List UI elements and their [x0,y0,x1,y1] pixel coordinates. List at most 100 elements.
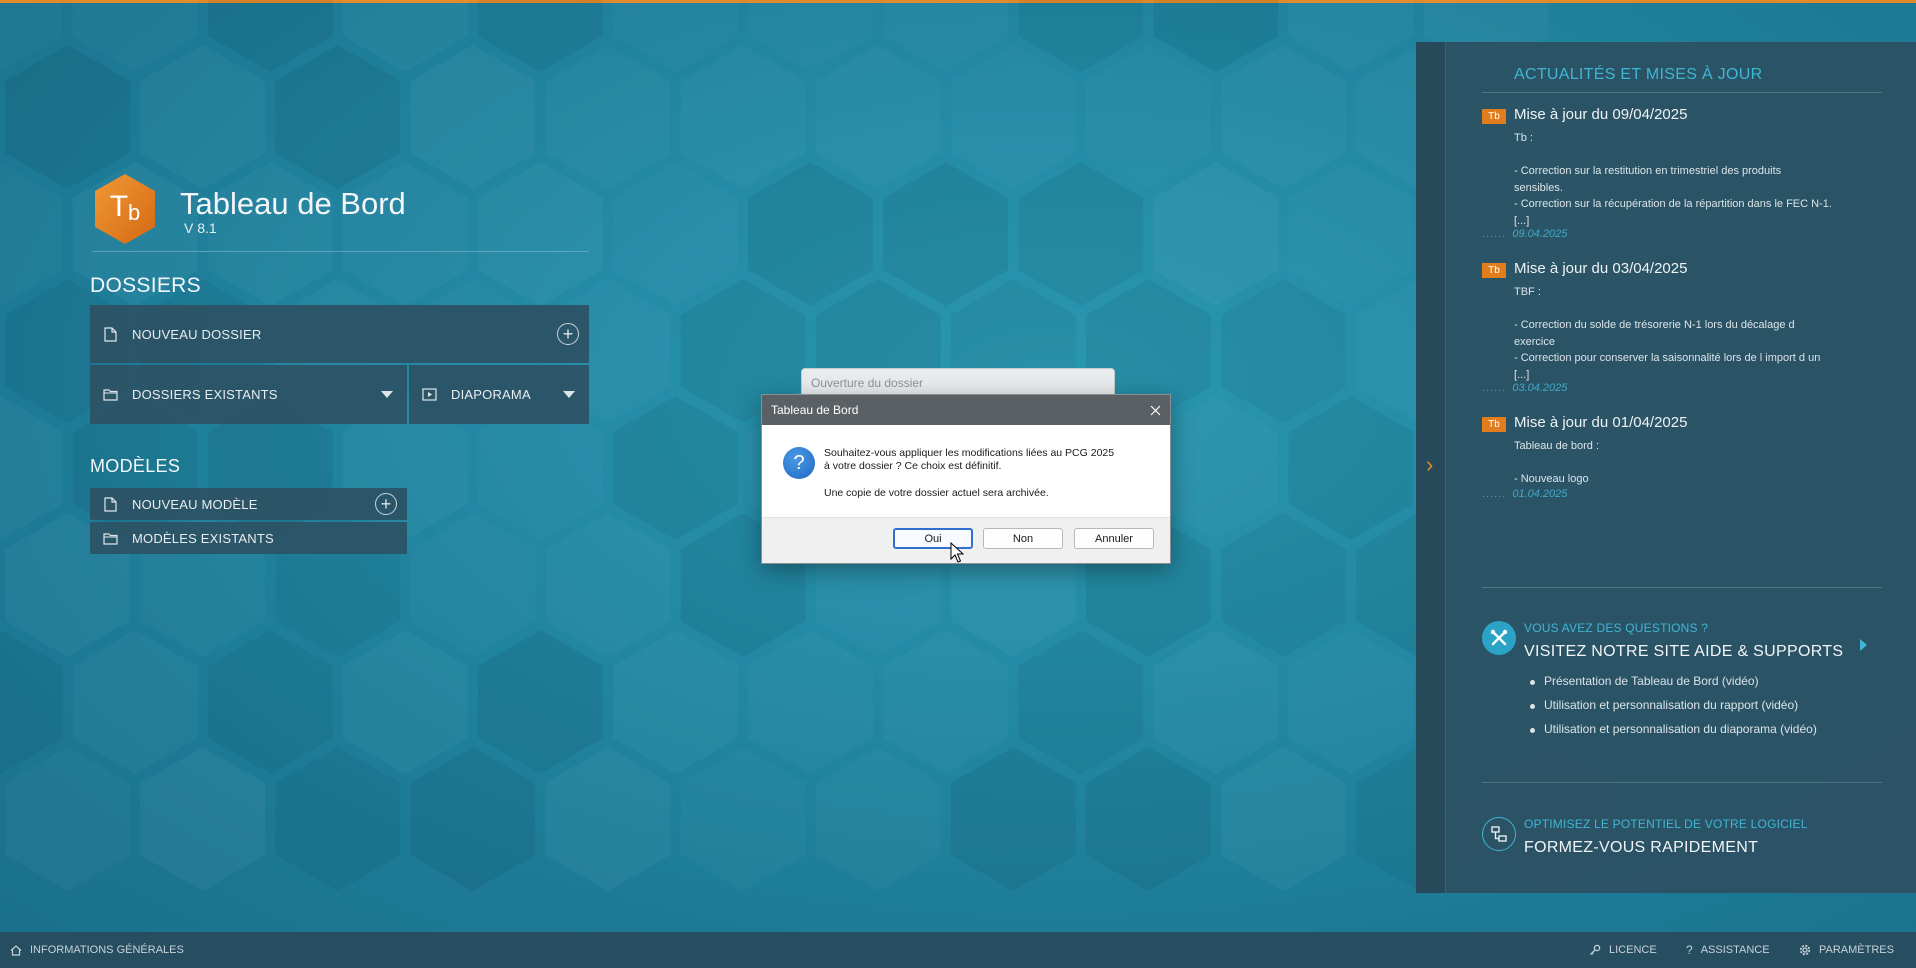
background-hexagon [1221,747,1346,891]
news-item-body: TBF : - Correction du solde de trésoreri… [1514,286,1821,381]
news-item-body: Tableau de bord : - Nouveau logo [1514,440,1600,485]
background-hexagon [1289,630,1414,774]
caret-down-icon [381,391,393,398]
help-divider [1482,587,1882,588]
background-hexagon [1154,162,1279,306]
question-icon: ? [783,447,815,479]
new-model-button[interactable]: NOUVEAU MODÈLE + [90,488,407,520]
background-hexagon [73,630,198,774]
dialog-body: ? Souhaitez-vous appliquer les modificat… [762,425,1170,517]
background-hexagon [478,162,603,306]
gear-icon [1799,944,1811,956]
panel-collapse-strip[interactable]: › [1416,42,1446,893]
background-hexagon [0,630,63,774]
license-button[interactable]: LICENCE [1589,944,1657,956]
news-item-title[interactable]: Mise à jour du 01/04/2025 [1514,414,1687,431]
help-link-item[interactable]: Présentation de Tableau de Bord (vidéo) [1528,674,1868,698]
existing-models-button[interactable]: MODÈLES EXISTANTS [90,522,407,554]
background-hexagon [1086,45,1211,189]
chevron-right-icon[interactable] [1860,639,1867,651]
background-hexagon [546,45,671,189]
news-item[interactable]: Tb Mise à jour du 03/04/2025 TBF : - Cor… [1482,260,1892,400]
background-hexagon [1154,630,1279,774]
training-link[interactable]: FORMEZ-VOUS RAPIDEMENT [1524,839,1758,857]
dialog-title: Tableau de Bord [771,403,859,417]
background-hexagon [207,630,333,774]
help-subtitle: VOUS AVEZ DES QUESTIONS ? [1524,621,1709,635]
news-item-title[interactable]: Mise à jour du 09/04/2025 [1514,106,1687,123]
background-hexagon [343,630,468,774]
background-hexagon [883,630,1008,774]
key-icon [1589,944,1601,956]
modeles-section-title: MODÈLES [90,456,181,476]
help-link-item[interactable]: Utilisation et personnalisation du diapo… [1528,722,1868,746]
no-button[interactable]: Non [983,528,1063,549]
new-dossier-button[interactable]: NOUVEAU DOSSIER + [90,305,589,363]
question-icon: ? [1686,943,1693,957]
dialog-footer: Oui Non Annuler [762,517,1170,563]
cancel-button[interactable]: Annuler [1074,528,1154,549]
app-version: V 8.1 [184,220,217,236]
confirm-dialog: Tableau de Bord ? Souhaitez-vous appliqu… [761,394,1171,564]
general-info-button[interactable]: INFORMATIONS GÉNÉRALES [10,944,184,956]
tb-badge-icon: Tb [1482,109,1506,124]
background-hexagon [0,162,62,306]
news-item-date: ...... 01.04.2025 [1482,488,1568,500]
background-hexagon [748,162,873,306]
background-hexagon [1221,513,1346,657]
news-item[interactable]: Tb Mise à jour du 01/04/2025 Tableau de … [1482,414,1892,514]
brand-divider [92,251,589,252]
plus-circle-icon: + [375,493,397,515]
existing-models-label: MODÈLES EXISTANTS [132,530,274,546]
news-title: ACTUALITÉS ET MISES À JOUR [1514,66,1763,83]
background-hexagon [613,162,738,306]
home-icon [10,944,22,956]
news-item[interactable]: Tb Mise à jour du 09/04/2025 Tb : - Corr… [1482,106,1892,246]
background-hexagon [613,630,738,774]
app-logo-letters: Tb [109,190,141,225]
background-hexagon [951,45,1076,189]
background-hexagon [546,747,671,891]
news-item-body: Tb : - Correction sur la restitution en … [1514,132,1832,227]
background-hexagon [343,162,468,306]
training-divider [1482,782,1882,783]
file-icon [102,496,118,512]
help-link-item[interactable]: Utilisation et personnalisation du rappo… [1528,698,1868,722]
dossiers-section-title: DOSSIERS [90,274,201,297]
background-hexagon [1018,630,1144,774]
background-hexagon [140,45,265,189]
background-hexagon [816,747,941,891]
background-hexagon [208,162,333,306]
background-hexagon [410,747,536,891]
background-hexagon [613,396,738,540]
background-hexagon [1154,396,1279,540]
training-subtitle: OPTIMISEZ LE POTENTIEL DE VOTRE LOGICIEL [1524,817,1808,831]
news-item-title[interactable]: Mise à jour du 03/04/2025 [1514,260,1687,277]
background-hexagon [1221,45,1346,189]
help-site-link[interactable]: VISITEZ NOTRE SITE AIDE & SUPPORTS [1524,643,1843,661]
folder-icon [102,387,118,403]
background-hexagon [1289,162,1414,306]
slideshow-dropdown[interactable]: DIAPORAMA [409,365,589,424]
assistance-button[interactable]: ? ASSISTANCE [1686,943,1770,957]
news-panel: › ACTUALITÉS ET MISES À JOUR Tb Mise à j… [1416,42,1916,893]
background-hexagon [1018,162,1144,306]
existing-dossiers-dropdown[interactable]: DOSSIERS EXISTANTS [90,365,407,424]
bottom-bar: INFORMATIONS GÉNÉRALES LICENCE ? ASSISTA… [0,932,1916,968]
app-title: Tableau de Bord [180,186,406,221]
file-icon [102,326,118,342]
dialog-titlebar[interactable]: Tableau de Bord [762,395,1170,425]
settings-button[interactable]: PARAMÈTRES [1799,944,1894,956]
caret-down-icon [563,391,575,398]
close-icon[interactable] [1140,395,1170,425]
background-hexagon [681,747,806,891]
background-hexagon [883,162,1009,306]
background-hexagon [275,45,401,189]
background-hexagon [275,747,401,891]
chevron-right-icon[interactable]: › [1426,452,1433,478]
background-hexagon [950,747,1076,891]
background-hexagon [411,45,536,189]
background-hexagon [5,747,130,891]
loading-window-title: Ouverture du dossier [811,376,924,390]
tb-badge-icon: Tb [1482,263,1506,278]
